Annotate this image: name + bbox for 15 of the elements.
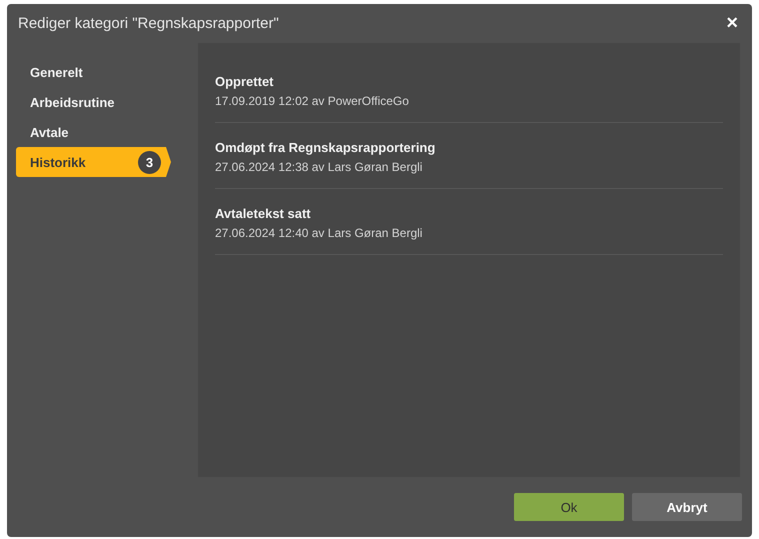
history-title: Opprettet bbox=[215, 74, 274, 89]
sidebar-item[interactable]: Arbeidsrutine bbox=[16, 87, 171, 117]
ok-button[interactable]: Ok bbox=[514, 493, 624, 521]
sidebar-item[interactable]: Generelt bbox=[16, 57, 171, 87]
history-title: Omdøpt fra Regnskapsrapportering bbox=[215, 140, 436, 155]
cancel-button[interactable]: Avbryt bbox=[632, 493, 742, 521]
history-title: Avtaletekst satt bbox=[215, 206, 312, 221]
close-button[interactable]: × bbox=[722, 12, 742, 35]
count-badge: 3 bbox=[138, 150, 161, 174]
history-detail: 17.09.2019 12:02 av PowerOfficeGo bbox=[215, 94, 410, 108]
history-detail: 27.06.2024 12:38 av Lars Gøran Bergli bbox=[215, 160, 424, 174]
dialog-title: Rediger kategori "Regnskapsrapporter" bbox=[18, 15, 279, 32]
history-detail: 27.06.2024 12:40 av Lars Gøran Bergli bbox=[215, 226, 424, 240]
sidebar-item[interactable]: Avtale bbox=[16, 117, 171, 147]
sidebar-item[interactable]: Historikk 3 bbox=[16, 147, 171, 177]
